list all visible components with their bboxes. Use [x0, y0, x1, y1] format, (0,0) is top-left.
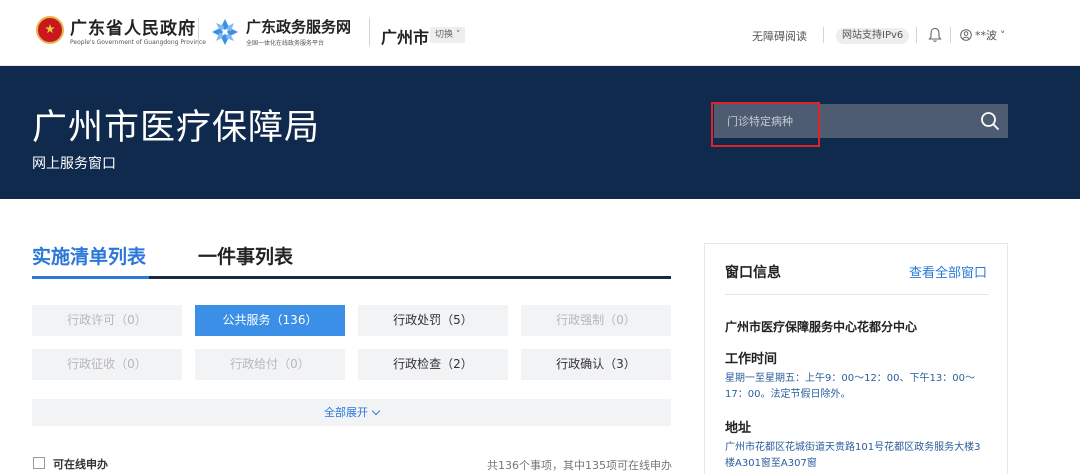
category-administrative-inspection[interactable]: 行政检查（2） [358, 349, 508, 380]
window-info-heading: 窗口信息 [725, 265, 781, 281]
service-subtitle: 全国一体化在线政务服务平台 [246, 40, 325, 47]
header-divider [823, 27, 824, 43]
service-logo-icon[interactable] [210, 17, 240, 47]
address-text: 广州市花都区花城街道天贵路101号花都区政务服务大楼3楼A301窗至A307窗 [725, 442, 981, 469]
search-highlight-box [711, 102, 820, 147]
address-label: 地址 [725, 421, 752, 436]
city-switch-label: 切换 [435, 30, 454, 40]
department-banner: 广州市医疗保障局 网上服务窗口 [0, 66, 1080, 199]
accessibility-link[interactable]: 无障碍阅读 [752, 28, 807, 44]
category-administrative-license[interactable]: 行政许可（0） [32, 305, 182, 336]
chevron-down-icon: ˅ [453, 30, 461, 40]
chevron-down-icon: ˅ [1000, 28, 1006, 42]
header-divider [198, 18, 199, 46]
items-summary: 共136个事项，其中135项可在线申办 [487, 459, 672, 472]
top-header: 广东省人民政府 People's Government of Guangdong… [0, 0, 1080, 66]
category-administrative-confirmation[interactable]: 行政确认（3） [521, 349, 671, 380]
search-icon[interactable] [980, 111, 1000, 131]
national-emblem-icon[interactable] [36, 16, 64, 44]
category-administrative-levy[interactable]: 行政征收（0） [32, 349, 182, 380]
window-info-panel: 窗口信息 查看全部窗口 广州市医疗保障服务中心花都分中心 工作时间 星期一至星期… [704, 243, 1008, 474]
header-divider [369, 18, 370, 46]
service-center-name: 广州市医疗保障服务中心花都分中心 [725, 320, 918, 334]
header-divider [950, 27, 951, 43]
header-divider [916, 27, 917, 43]
department-subtitle: 网上服务窗口 [32, 156, 116, 172]
department-title: 广州市医疗保障局 [32, 108, 321, 148]
working-hours-text: 星期一至星期五：上午9：00～12：00、下午13：00～17：00。法定节假日… [725, 373, 975, 400]
online-apply-checkbox[interactable] [33, 457, 45, 469]
user-icon [960, 29, 972, 41]
tab-implementation-list[interactable]: 实施清单列表 [32, 242, 146, 269]
category-administrative-enforcement[interactable]: 行政强制（0） [521, 305, 671, 336]
bell-icon[interactable] [928, 27, 942, 43]
category-administrative-penalty[interactable]: 行政处罚（5） [358, 305, 508, 336]
divider [725, 294, 989, 295]
current-city: 广州市 [381, 28, 430, 47]
ipv6-badge: 网站支持IPv6 [836, 28, 910, 44]
city-switch-button[interactable]: 切换 ˅ [430, 27, 466, 43]
working-hours-label: 工作时间 [725, 352, 778, 367]
chevron-down-icon [371, 406, 381, 416]
tab-active-indicator [32, 276, 149, 279]
expand-all-button[interactable]: 全部展开 [32, 399, 671, 426]
category-administrative-payment[interactable]: 行政给付（0） [195, 349, 345, 380]
tab-one-thing-list[interactable]: 一件事列表 [198, 242, 293, 269]
online-apply-label: 可在线申办 [53, 458, 108, 471]
gov-name[interactable]: 广东省人民政府 [70, 14, 196, 39]
category-public-service[interactable]: 公共服务（136） [195, 305, 345, 336]
gov-name-en: People's Government of Guangdong Provinc… [70, 39, 206, 46]
username: **波 [975, 29, 997, 42]
expand-all-label: 全部展开 [324, 406, 368, 419]
service-name[interactable]: 广东政务服务网 [246, 16, 351, 37]
user-menu[interactable]: **波 ˅ [960, 27, 1006, 43]
view-all-windows-link[interactable]: 查看全部窗口 [909, 262, 987, 281]
